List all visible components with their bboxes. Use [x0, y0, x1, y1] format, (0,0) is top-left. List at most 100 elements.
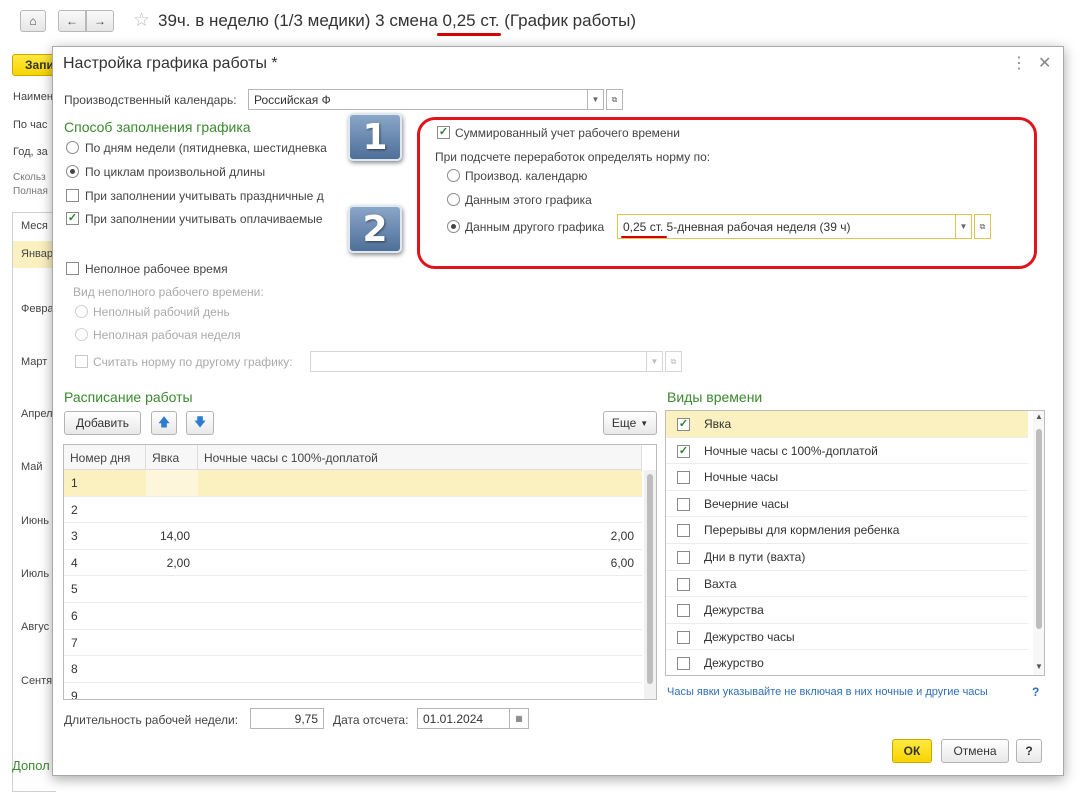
calendar-field[interactable]: Российская Ф	[248, 89, 588, 110]
table-row[interactable]: 5	[64, 576, 642, 603]
radio-other-schedule[interactable]	[447, 220, 460, 233]
more-actions-button[interactable]: Еще ▼	[603, 411, 657, 435]
column-header[interactable]: Номер дня	[64, 445, 146, 470]
time-type-checkbox[interactable]	[677, 497, 690, 511]
chevron-down-icon[interactable]: ▼	[587, 89, 604, 110]
week-length-field[interactable]: 9,75	[250, 708, 324, 729]
scroll-thumb[interactable]	[1036, 429, 1042, 629]
forward-button[interactable]: →	[86, 10, 114, 32]
table-row[interactable]: 2	[64, 497, 642, 524]
time-type-item[interactable]: ✓ Ночные часы с 100%-доплатой	[666, 438, 1028, 465]
more-actions-label: Еще	[611, 416, 637, 430]
value-underline-annotation	[621, 236, 667, 238]
close-icon[interactable]: ✕	[1038, 53, 1051, 73]
start-date-field[interactable]: 01.01.2024	[417, 708, 510, 729]
table-row[interactable]: 8	[64, 656, 642, 683]
time-type-item[interactable]: Дежурства	[666, 597, 1028, 624]
month-row[interactable]: Июнь	[21, 515, 49, 527]
calendar-icon[interactable]: ▦	[509, 708, 529, 729]
hint-help-icon[interactable]: ?	[1032, 685, 1039, 699]
active-cell[interactable]	[146, 470, 198, 496]
time-type-item[interactable]: Дежурство	[666, 650, 1028, 675]
radio-part-week[interactable]	[75, 328, 88, 341]
table-row[interactable]: 3 14,00 2,00	[64, 523, 642, 550]
table-row[interactable]: 7	[64, 630, 642, 657]
scroll-down-icon[interactable]: ▼	[1035, 662, 1043, 671]
time-type-item[interactable]: Вахта	[666, 571, 1028, 598]
presence-cell: 14,00	[159, 529, 190, 544]
month-row[interactable]: Июль	[21, 568, 49, 580]
time-type-checkbox[interactable]	[677, 604, 690, 618]
time-type-checkbox[interactable]	[677, 551, 690, 564]
norm-other-field[interactable]	[310, 351, 647, 372]
summed-accounting-checkbox[interactable]: ✓	[437, 126, 450, 139]
night-hours-cell: 2,00	[610, 529, 634, 544]
month-row[interactable]: Авгус	[21, 621, 49, 633]
chevron-down-icon[interactable]: ▼	[646, 351, 663, 372]
open-icon[interactable]: ⧉	[974, 214, 991, 239]
time-type-item[interactable]: Вечерние часы	[666, 491, 1028, 518]
holidays-checkbox[interactable]	[66, 189, 79, 202]
add-button[interactable]: Добавить	[64, 411, 141, 435]
column-header[interactable]: Явка	[146, 445, 198, 470]
other-schedule-field[interactable]: 0,25 ст. 5-дневная рабочая неделя (39 ч)	[617, 214, 957, 239]
time-type-checkbox[interactable]: ✓	[677, 444, 690, 458]
help-button[interactable]: ?	[1016, 739, 1042, 763]
time-type-checkbox[interactable]	[677, 577, 690, 591]
norm-label: При подсчете переработок определять норм…	[435, 150, 711, 164]
home-button[interactable]: ⌂	[20, 10, 46, 32]
open-icon[interactable]: ⧉	[665, 351, 682, 372]
cancel-button[interactable]: Отмена	[941, 739, 1009, 763]
month-row[interactable]: Март	[21, 356, 47, 368]
radio-cycles[interactable]	[66, 165, 79, 178]
ok-button[interactable]: ОК	[892, 739, 932, 763]
scroll-thumb[interactable]	[647, 474, 653, 684]
month-row[interactable]: Февра	[21, 303, 54, 315]
table-row[interactable]: 9	[64, 683, 642, 699]
time-type-item[interactable]: Ночные часы	[666, 464, 1028, 491]
month-row[interactable]: Май	[21, 461, 43, 473]
star-icon[interactable]: ☆	[133, 9, 150, 32]
time-type-item[interactable]: Перерывы для кормления ребенка	[666, 517, 1028, 544]
move-up-button[interactable]: 🡅	[151, 411, 177, 435]
table-row[interactable]: 6	[64, 603, 642, 630]
open-icon[interactable]: ⧉	[606, 89, 623, 110]
write-button[interactable]: Запи	[12, 54, 56, 76]
scroll-up-icon[interactable]: ▲	[1035, 412, 1043, 421]
radio-this-schedule-label: Данным этого графика	[465, 193, 592, 207]
part-time-checkbox[interactable]	[66, 262, 79, 275]
radio-this-schedule[interactable]	[447, 193, 460, 206]
month-row[interactable]: Сентя	[21, 675, 52, 687]
holidays-label: При заполнении учитывать праздничные д	[85, 189, 324, 203]
time-type-item[interactable]: Дни в пути (вахта)	[666, 544, 1028, 571]
month-row[interactable]: Апрел	[21, 408, 53, 420]
schedule-scrollbar[interactable]	[644, 470, 656, 699]
more-menu-icon[interactable]: ⋮	[1011, 53, 1027, 73]
chevron-down-icon[interactable]: ▼	[955, 214, 972, 239]
radio-prod-calendar[interactable]	[447, 169, 460, 182]
time-type-checkbox[interactable]	[677, 471, 690, 485]
radio-weekdays[interactable]	[66, 141, 79, 154]
day-number-cell: 3	[71, 529, 78, 544]
time-type-checkbox[interactable]	[677, 657, 690, 671]
table-row[interactable]: 1	[64, 470, 642, 497]
calendar-label: Производственный календарь:	[64, 93, 237, 107]
time-types-scrollbar[interactable]: ▲ ▼	[1033, 411, 1044, 675]
arrow-left-icon: ←	[66, 14, 78, 28]
time-type-item[interactable]: Дежурство часы	[666, 624, 1028, 651]
time-type-checkbox[interactable]	[677, 524, 690, 538]
bg-label: По час	[13, 119, 48, 131]
month-row[interactable]: Январ	[21, 248, 53, 260]
paid-checkbox[interactable]: ✓	[66, 212, 79, 225]
back-button[interactable]: ←	[58, 10, 86, 32]
radio-part-day[interactable]	[75, 305, 88, 318]
column-header[interactable]: Ночные часы с 100%-доплатой	[198, 445, 642, 470]
time-type-checkbox[interactable]: ✓	[677, 418, 690, 431]
time-type-label: Ночные часы с 100%-доплатой	[704, 443, 878, 458]
table-row[interactable]: 4 2,00 6,00	[64, 550, 642, 577]
time-type-checkbox[interactable]	[677, 630, 690, 644]
move-down-button[interactable]: 🡇	[186, 411, 214, 435]
part-time-label: Неполное рабочее время	[85, 262, 228, 276]
norm-other-checkbox[interactable]	[75, 355, 88, 368]
time-type-item[interactable]: ✓ Явка	[666, 411, 1028, 438]
